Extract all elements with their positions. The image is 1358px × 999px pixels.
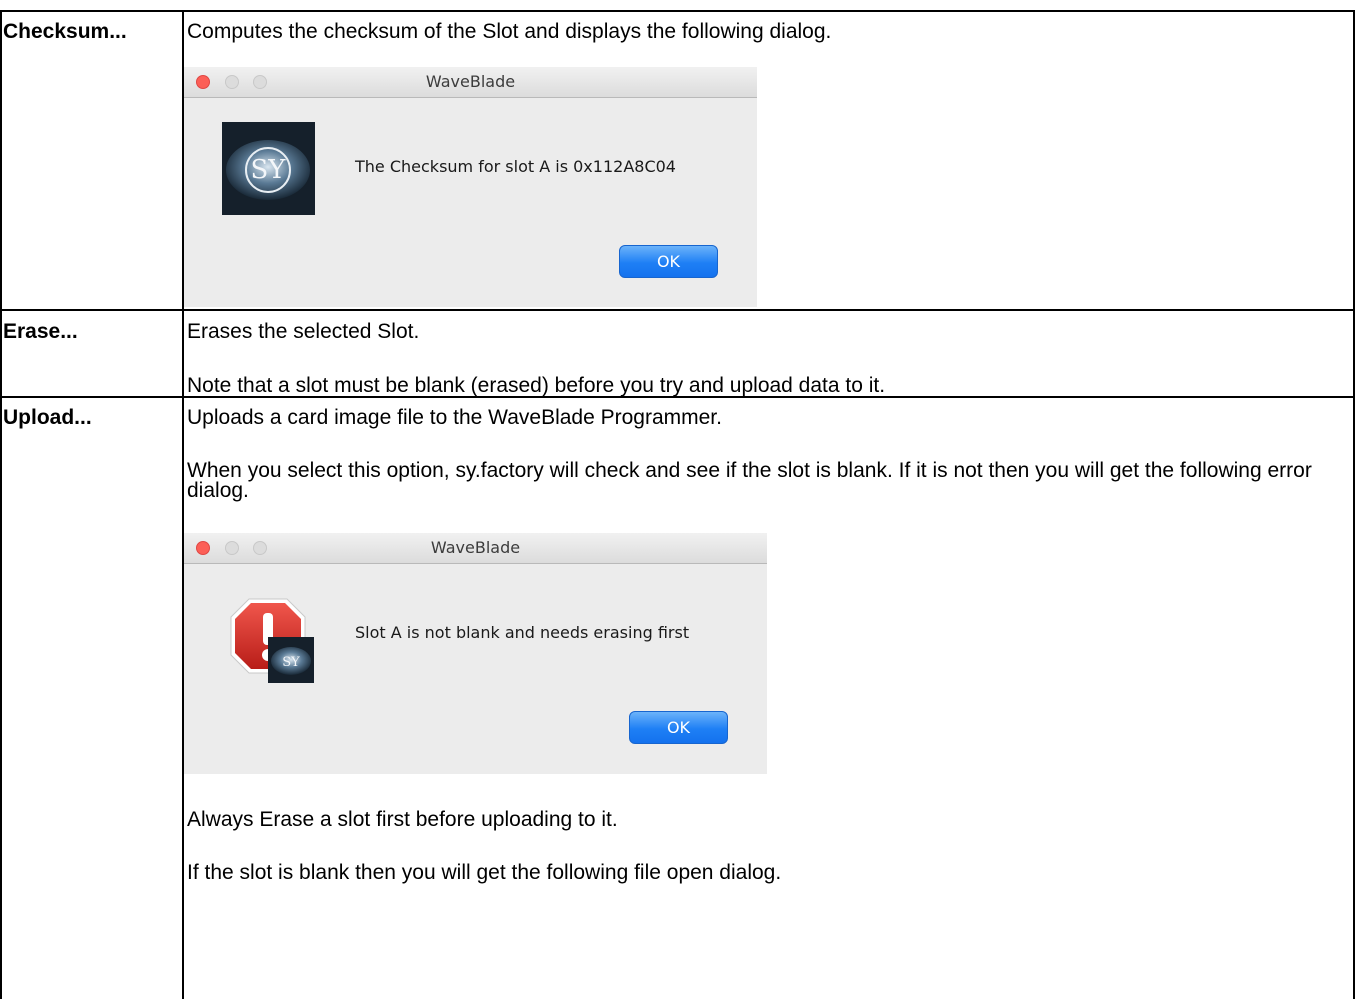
dialog-titlebar: WaveBlade <box>184 533 767 564</box>
svg-text:SY: SY <box>282 655 300 670</box>
command-table: Checksum... Computes the checksum of the… <box>0 0 1358 999</box>
svg-text:SY: SY <box>251 155 287 185</box>
note-text: Note that a slot must be blank (erased) … <box>187 374 886 397</box>
sy-logo-icon: SY <box>222 122 315 215</box>
description-text: Uploads a card image file to the WaveBla… <box>187 406 722 429</box>
description-text: When you select this option, sy.factory … <box>187 459 1312 502</box>
dialog-title: WaveBlade <box>430 538 521 557</box>
description-text: Computes the checksum of the Slot and di… <box>187 20 832 43</box>
description-text: Always Erase a slot first before uploadi… <box>187 808 618 831</box>
dialog-titlebar: WaveBlade <box>184 67 757 98</box>
row-divider <box>0 309 1355 311</box>
dialog-message: The Checksum for slot A is 0x112A8C04 <box>355 157 676 176</box>
table-border-top <box>0 10 1355 12</box>
ok-button[interactable]: OK <box>629 711 728 744</box>
table-border-left <box>0 10 2 999</box>
dialog-message: Slot A is not blank and needs erasing fi… <box>355 623 690 642</box>
stop-warning-icon: SY <box>230 598 314 683</box>
dialog-title: WaveBlade <box>425 72 516 91</box>
checksum-dialog: WaveBlade SY The Checksum for slot A is … <box>184 67 757 307</box>
error-dialog: WaveBlade SY Slot A is not blank and nee… <box>184 533 767 774</box>
command-name: Checksum... <box>3 20 127 43</box>
table-border-right <box>1353 10 1355 999</box>
command-name: Erase... <box>3 320 78 343</box>
description-text: Erases the selected Slot. <box>187 320 420 343</box>
ok-button[interactable]: OK <box>619 245 718 278</box>
command-name: Upload... <box>3 406 92 429</box>
description-text: If the slot is blank then you will get t… <box>187 861 782 884</box>
